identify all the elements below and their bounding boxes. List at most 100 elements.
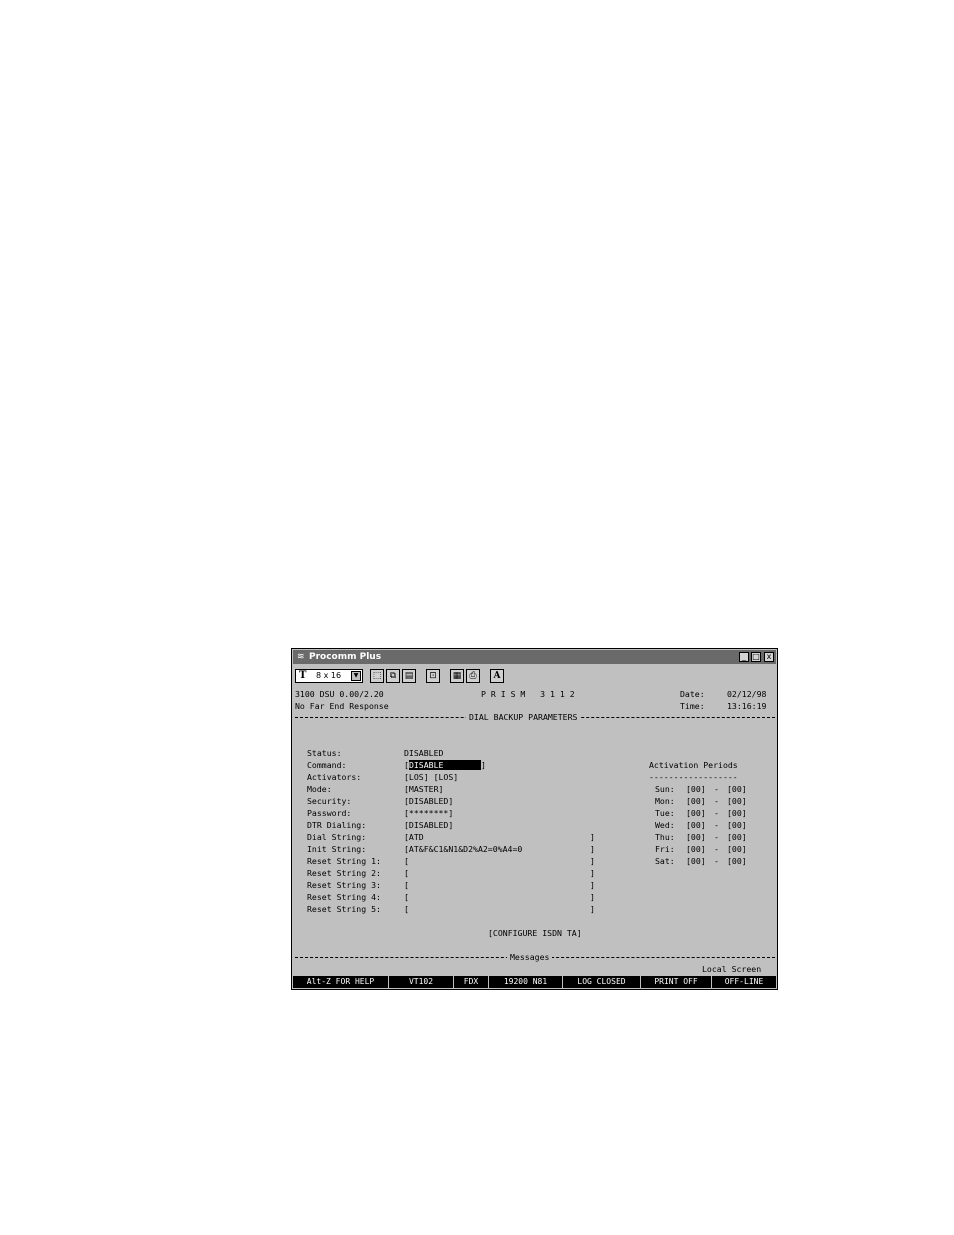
day-dash-mon: - bbox=[714, 796, 719, 806]
day-dash-fri: - bbox=[714, 844, 719, 854]
print-icon[interactable]: ⎙ bbox=[466, 669, 480, 683]
param-label-init-string: Init String: bbox=[307, 844, 367, 854]
product-name: P R I S M 3 1 1 2 bbox=[481, 689, 575, 699]
capture-icon[interactable]: ⊡ bbox=[426, 669, 440, 683]
day-start-sat[interactable]: [00] bbox=[686, 856, 706, 866]
day-label-wed: Wed: bbox=[655, 820, 675, 830]
command-field[interactable]: [DISABLE] bbox=[404, 760, 486, 770]
font-icon[interactable]: A bbox=[490, 669, 504, 683]
param-label-dtr-dialing: DTR Dialing: bbox=[307, 820, 367, 830]
param-value-dtr-dialing[interactable]: [DISABLED] bbox=[404, 820, 453, 830]
activation-underline: ------------------ bbox=[649, 772, 738, 782]
status-message: No Far End Response bbox=[295, 701, 389, 711]
close-button[interactable]: x bbox=[764, 652, 774, 662]
day-end-tue[interactable]: [00] bbox=[727, 808, 747, 818]
param-value-reset-string-3[interactable]: [ bbox=[404, 880, 409, 890]
day-end-sun[interactable]: [00] bbox=[727, 784, 747, 794]
print-setup-icon[interactable]: ▦ bbox=[450, 669, 464, 683]
day-end-thu[interactable]: [00] bbox=[727, 832, 747, 842]
day-end-fri[interactable]: [00] bbox=[727, 844, 747, 854]
day-label-sun: Sun: bbox=[655, 784, 675, 794]
param-value-activators[interactable]: [LOS] [LOS] bbox=[404, 772, 458, 782]
param-label-reset-string-4: Reset String 4: bbox=[307, 892, 381, 902]
init-string-close: ] bbox=[590, 844, 595, 854]
day-label-thu: Thu: bbox=[655, 832, 675, 842]
procomm-window: ≋ Procomm Plus _ □ x T 8 x 16 ▼ ⬚ ⧉ ▤ ⊡ … bbox=[291, 648, 778, 990]
command-selected-value[interactable]: DISABLE bbox=[408, 760, 481, 770]
paste-icon[interactable]: ▤ bbox=[402, 669, 416, 683]
param-value-reset-string-5[interactable]: [ bbox=[404, 904, 409, 914]
param-label-security: Security: bbox=[307, 796, 352, 806]
day-dash-tue: - bbox=[714, 808, 719, 818]
param-label-reset-string-2: Reset String 2: bbox=[307, 868, 381, 878]
status-duplex[interactable]: FDX bbox=[454, 976, 489, 988]
param-label-password: Password: bbox=[307, 808, 352, 818]
reset-string-3-close: ] bbox=[590, 880, 595, 890]
param-label-command: Command: bbox=[307, 760, 347, 770]
status-help[interactable]: Alt-Z FOR HELP bbox=[293, 976, 389, 988]
font-type-icon: T bbox=[299, 670, 307, 681]
param-value-reset-string-4[interactable]: [ bbox=[404, 892, 409, 902]
status-baud[interactable]: 19200 N81 bbox=[489, 976, 563, 988]
version-text: 3100 DSU 0.00/2.20 bbox=[295, 689, 384, 699]
param-label-reset-string-1: Reset String 1: bbox=[307, 856, 381, 866]
status-log[interactable]: LOG CLOSED bbox=[563, 976, 641, 988]
param-value-password[interactable]: [********] bbox=[404, 808, 453, 818]
param-value-dial-string[interactable]: [ATD bbox=[404, 832, 424, 842]
param-label-activators: Activators: bbox=[307, 772, 362, 782]
param-label-dial-string: Dial String: bbox=[307, 832, 367, 842]
select-icon[interactable]: ⬚ bbox=[370, 669, 384, 683]
configure-isdn-ta-button[interactable]: [CONFIGURE ISDN TA] bbox=[488, 928, 582, 938]
param-value-mode[interactable]: [MASTER] bbox=[404, 784, 443, 794]
day-dash-sun: - bbox=[714, 784, 719, 794]
param-value-reset-string-2[interactable]: [ bbox=[404, 868, 409, 878]
time-label: Time: bbox=[680, 701, 705, 711]
maximize-button[interactable]: □ bbox=[751, 652, 761, 662]
title-bar[interactable]: ≋ Procomm Plus _ □ x bbox=[293, 650, 776, 664]
minimize-button[interactable]: _ bbox=[739, 652, 749, 662]
day-start-tue[interactable]: [00] bbox=[686, 808, 706, 818]
time-value: 13:16:19 bbox=[727, 701, 767, 711]
day-start-mon[interactable]: [00] bbox=[686, 796, 706, 806]
param-value-status: DISABLED bbox=[404, 748, 444, 758]
status-bar: Alt-Z FOR HELP VT102 FDX 19200 N81 LOG C… bbox=[293, 976, 776, 988]
activation-periods-title: Activation Periods bbox=[649, 760, 738, 770]
day-label-mon: Mon: bbox=[655, 796, 675, 806]
local-screen-label: Local Screen bbox=[702, 964, 762, 974]
status-print[interactable]: PRINT OFF bbox=[641, 976, 712, 988]
param-label-status: Status: bbox=[307, 748, 342, 758]
messages-title: Messages bbox=[507, 952, 553, 962]
dial-string-close: ] bbox=[590, 832, 595, 842]
day-start-sun[interactable]: [00] bbox=[686, 784, 706, 794]
copy-icon[interactable]: ⧉ bbox=[386, 669, 400, 683]
command-close-bracket: ] bbox=[480, 760, 486, 770]
day-dash-sat: - bbox=[714, 856, 719, 866]
section-title: DIAL BACKUP PARAMETERS bbox=[466, 712, 581, 722]
day-dash-wed: - bbox=[714, 820, 719, 830]
day-end-sat[interactable]: [00] bbox=[727, 856, 747, 866]
param-label-reset-string-5: Reset String 5: bbox=[307, 904, 381, 914]
param-value-reset-string-1[interactable]: [ bbox=[404, 856, 409, 866]
day-end-wed[interactable]: [00] bbox=[727, 820, 747, 830]
param-value-security[interactable]: [DISABLED] bbox=[404, 796, 453, 806]
day-label-fri: Fri: bbox=[655, 844, 675, 854]
reset-string-4-close: ] bbox=[590, 892, 595, 902]
day-end-mon[interactable]: [00] bbox=[727, 796, 747, 806]
chevron-down-icon[interactable]: ▼ bbox=[351, 671, 361, 681]
param-label-reset-string-3: Reset String 3: bbox=[307, 880, 381, 890]
status-emulation[interactable]: VT102 bbox=[389, 976, 454, 988]
day-start-thu[interactable]: [00] bbox=[686, 832, 706, 842]
param-value-init-string[interactable]: [AT&F&C1&N1&D2%A2=0%A4=0 bbox=[404, 844, 522, 854]
date-label: Date: bbox=[680, 689, 705, 699]
param-label-mode: Mode: bbox=[307, 784, 332, 794]
day-start-fri[interactable]: [00] bbox=[686, 844, 706, 854]
day-label-sat: Sat: bbox=[655, 856, 675, 866]
font-size-select[interactable]: T 8 x 16 ▼ bbox=[295, 669, 363, 683]
procomm-icon[interactable]: ≋ bbox=[297, 650, 305, 664]
terminal-screen[interactable]: 3100 DSU 0.00/2.20 P R I S M 3 1 1 2 Dat… bbox=[293, 687, 776, 976]
reset-string-5-close: ] bbox=[590, 904, 595, 914]
status-connection[interactable]: OFF-LINE bbox=[712, 976, 776, 988]
font-size-value: 8 x 16 bbox=[316, 671, 342, 680]
date-value: 02/12/98 bbox=[727, 689, 767, 699]
day-start-wed[interactable]: [00] bbox=[686, 820, 706, 830]
